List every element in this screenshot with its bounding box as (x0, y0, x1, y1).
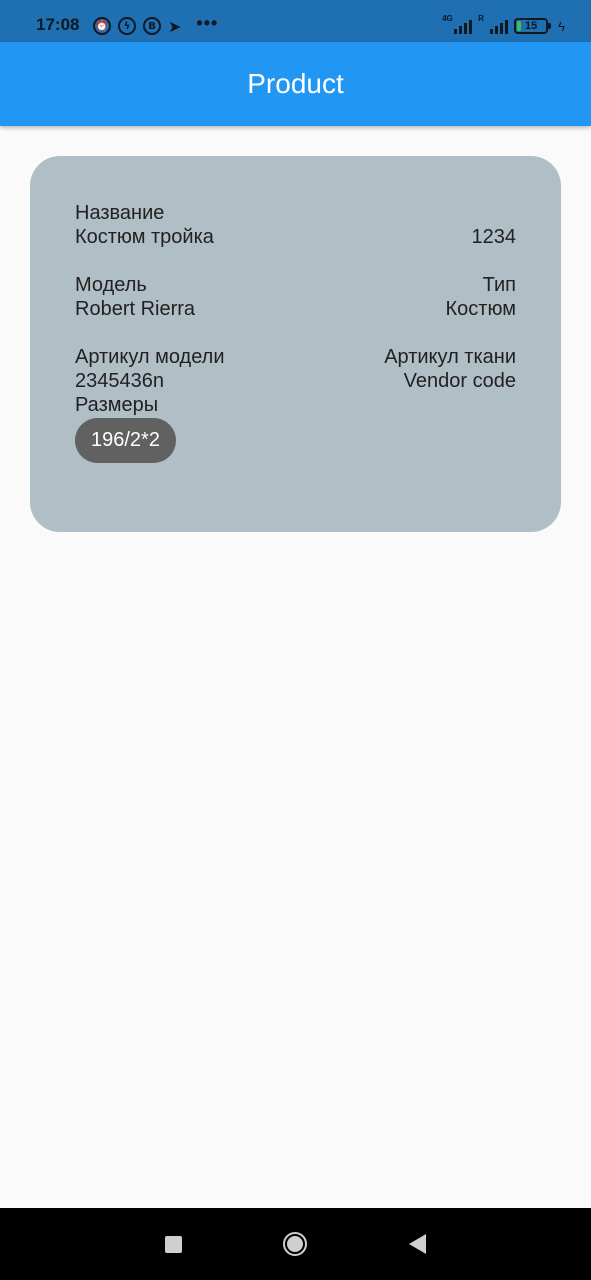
status-time: 17:08 (36, 15, 80, 34)
more-notifications-icon: ••• (196, 13, 219, 33)
battery-icon: 15 (514, 18, 552, 34)
network-type-label: 4G (442, 14, 453, 23)
name-value: Костюм тройка (75, 226, 214, 248)
circle-icon (283, 1232, 307, 1256)
charging-icon: ϟ (558, 18, 565, 34)
vk-icon: B (143, 17, 161, 35)
messenger-icon: ϟ (118, 17, 136, 35)
telegram-icon: ➤ (168, 16, 182, 36)
model-article-label: Артикул модели (75, 346, 225, 368)
battery-percent: 15 (524, 20, 538, 32)
fabric-article-label: Артикул ткани (384, 346, 516, 368)
square-icon (164, 1235, 182, 1253)
page-title: Product (247, 68, 344, 99)
signal-icon: R (478, 14, 509, 34)
type-value: Костюм (445, 298, 516, 320)
signal-icon: 4G (442, 14, 473, 34)
name-label: Название (75, 202, 165, 224)
battery-fill (517, 21, 522, 31)
home-button[interactable] (280, 1229, 310, 1259)
type-label: Тип (482, 274, 516, 296)
alarm-icon: ⏰ (93, 17, 111, 35)
product-id-value: 1234 (471, 226, 517, 248)
model-label: Модель (75, 274, 147, 296)
product-card: Название Костюм тройка 1234 Модель Тип R… (30, 156, 561, 532)
back-button[interactable] (402, 1229, 432, 1259)
notification-icons: ⏰ ϟ B ➤ ••• (93, 13, 219, 37)
navigation-bar (0, 1208, 591, 1280)
sizes-label: Размеры (75, 394, 159, 416)
model-article-value: 2345436n (75, 370, 164, 392)
model-value: Robert Rierra (75, 298, 196, 320)
status-bar: 17:08 ⏰ ϟ B ➤ ••• 4G R 15 ϟ (0, 0, 591, 42)
fabric-article-value: Vendor code (403, 370, 516, 392)
triangle-back-icon (408, 1234, 426, 1254)
system-icons: 4G R 15 ϟ (442, 14, 565, 35)
size-chip[interactable]: 196/2*2 (75, 418, 176, 463)
recents-button[interactable] (158, 1229, 188, 1259)
roaming-label: R (478, 14, 484, 23)
app-bar: Product (0, 42, 591, 126)
